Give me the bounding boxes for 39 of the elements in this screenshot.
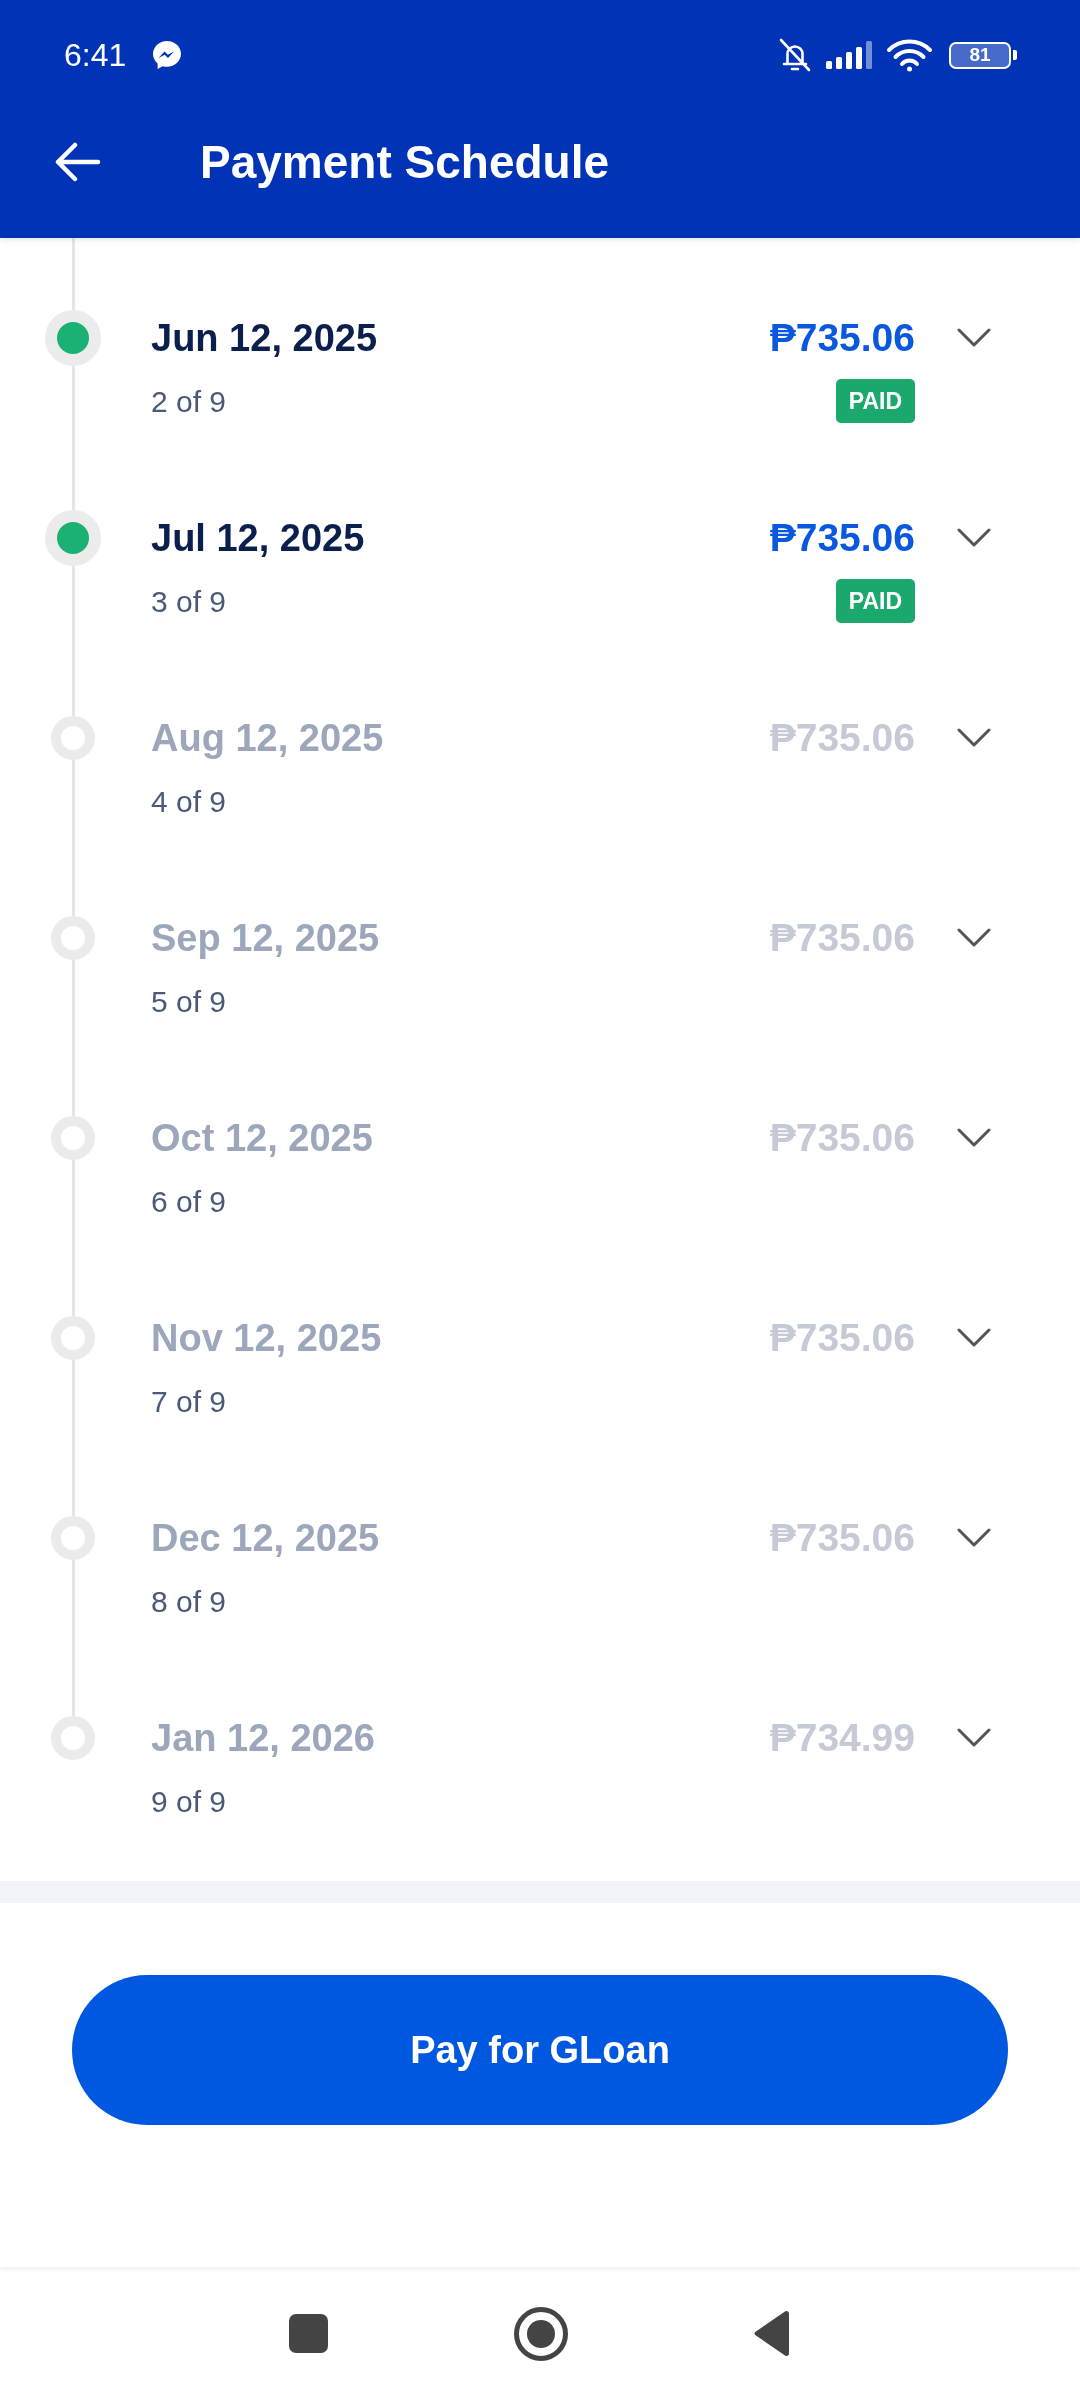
due-date: Oct 12, 2025 bbox=[151, 1116, 373, 1161]
triangle-icon[interactable] bbox=[754, 2310, 791, 2357]
amount-due: ₱734.99 bbox=[769, 1715, 915, 1761]
installment-count: 9 of 9 bbox=[151, 1784, 227, 1820]
installment-count: 3 of 9 bbox=[151, 584, 227, 620]
screen-title: Payment Schedule bbox=[200, 135, 610, 190]
chat-bubble-icon bbox=[152, 40, 183, 70]
amount-due: ₱735.06 bbox=[769, 515, 915, 561]
installment-count: 6 of 9 bbox=[151, 1184, 227, 1220]
circle-icon[interactable] bbox=[514, 2306, 568, 2361]
status-badge: PAID bbox=[835, 579, 915, 623]
installment-count: 5 of 9 bbox=[151, 984, 227, 1020]
amount-due: ₱735.06 bbox=[769, 1115, 915, 1161]
due-date: Dec 12, 2025 bbox=[151, 1516, 380, 1561]
bell-slash-icon bbox=[777, 37, 813, 73]
wifi-icon bbox=[886, 38, 933, 72]
amount-due: ₱735.06 bbox=[769, 715, 915, 761]
battery-percentage: 81 bbox=[969, 45, 991, 65]
amount-due: ₱735.06 bbox=[769, 1515, 915, 1561]
signal-icon bbox=[826, 41, 873, 69]
amount-due: ₱735.06 bbox=[769, 1315, 915, 1361]
due-date: Jul 12, 2025 bbox=[151, 516, 365, 561]
due-date: Aug 12, 2025 bbox=[151, 716, 384, 761]
due-date: Jun 12, 2025 bbox=[151, 316, 378, 361]
due-date: Nov 12, 2025 bbox=[151, 1316, 382, 1361]
amount-due: ₱735.06 bbox=[769, 315, 915, 361]
square-icon[interactable] bbox=[289, 2314, 328, 2353]
installment-count: 2 of 9 bbox=[151, 384, 227, 420]
back-arrow-icon bbox=[55, 142, 101, 182]
pay-button[interactable]: Pay for GLoan bbox=[72, 1975, 1008, 2125]
due-date: Jan 12, 2026 bbox=[151, 1716, 375, 1761]
back-button[interactable] bbox=[55, 142, 101, 182]
installment-count: 4 of 9 bbox=[151, 784, 227, 820]
installment-count: 7 of 9 bbox=[151, 1384, 227, 1420]
due-date: Sep 12, 2025 bbox=[151, 916, 380, 961]
amount-due: ₱735.06 bbox=[769, 915, 915, 961]
installment-count: 8 of 9 bbox=[151, 1584, 227, 1620]
status-badge: PAID bbox=[835, 379, 915, 423]
status-time: 6:41 bbox=[64, 36, 127, 74]
